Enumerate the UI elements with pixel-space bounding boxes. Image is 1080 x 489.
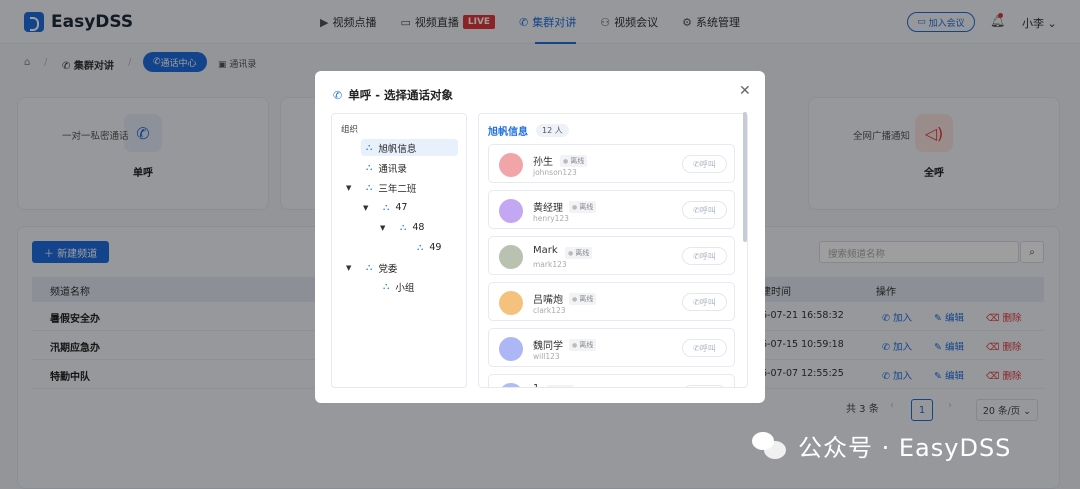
tree-node[interactable]: ▼ ⛬ 48 <box>380 219 424 236</box>
tree-node[interactable]: ⛬ 小组 <box>383 278 414 295</box>
list-header: 旭帆信息 12 人 <box>488 123 569 138</box>
contact-list: 旭帆信息 12 人 孙生 离线 johnson123 ✆ 呼叫 黄经理 离线 he… <box>478 113 748 388</box>
single-call-dialog: ✆ 单呼 - 选择通话对象 ✕ 组织 ⛬ 旭帆信息 ⛬ 通讯录 ▼ ⛬ 三年二班 ▼ ⛬ 47… <box>315 71 765 403</box>
member-count-badge: 12 人 <box>536 124 569 137</box>
contact-name: 魏同学 <box>533 341 563 352</box>
org-icon: ⛬ <box>366 182 373 193</box>
status-badge: 离线 <box>569 293 597 305</box>
phone-icon: ✆ <box>693 205 700 215</box>
org-icon: ⛬ <box>366 262 373 273</box>
tree-node-label: 通讯录 <box>378 163 407 175</box>
call-button[interactable]: ✆ 呼叫 <box>682 155 727 173</box>
contact-name: 黄经理 <box>533 203 563 214</box>
tree-node[interactable]: ▼ ⛬ 三年二班 <box>346 179 416 196</box>
dialog-title: ✆ 单呼 - 选择通话对象 <box>333 87 453 103</box>
contact-account: henry123 <box>533 214 569 223</box>
call-label: 呼叫 <box>699 251 716 261</box>
wechat-icon <box>752 430 788 462</box>
call-label: 呼叫 <box>699 205 716 215</box>
contact-account: johnson123 <box>533 168 577 177</box>
tree-node[interactable]: ▼ ⛬ 党委 <box>346 259 397 276</box>
contact-name: 吕嘴炮 <box>533 295 563 306</box>
phone-icon: ✆ <box>693 297 700 307</box>
call-label: 呼叫 <box>699 343 716 353</box>
avatar <box>499 245 523 269</box>
call-button[interactable]: ✆ 呼叫 <box>682 247 727 265</box>
contact-item[interactable]: Mark 离线 mark123 ✆ 呼叫 <box>488 236 735 275</box>
caret-down-icon[interactable]: ▼ <box>346 184 351 192</box>
phone-icon: ✆ <box>693 159 700 169</box>
caret-down-icon[interactable]: ▼ <box>380 224 385 232</box>
contact-name: Mark <box>533 245 558 256</box>
contact-account: mark123 <box>533 260 567 269</box>
contact-item[interactable]: 1 离线 ✆ 呼叫 <box>488 374 735 387</box>
contact-item[interactable]: 吕嘴炮 离线 clark123 ✆ 呼叫 <box>488 282 735 321</box>
call-button[interactable]: ✆ 呼叫 <box>682 385 727 387</box>
org-tree: 组织 ⛬ 旭帆信息 ⛬ 通讯录 ▼ ⛬ 三年二班 ▼ ⛬ 47 ▼ ⛬ 48 ⛬ 49 ▼ ⛬ 党委 … <box>331 113 467 388</box>
tree-node-label: 49 <box>429 242 442 253</box>
tree-node-label: 党委 <box>378 263 398 275</box>
phone-icon: ✆ <box>333 88 343 102</box>
watermark-text: 公众号 · EasyDSS <box>798 434 1012 462</box>
call-label: 呼叫 <box>699 297 716 307</box>
tree-node[interactable]: ⛬ 旭帆信息 <box>361 139 458 156</box>
contact-account: clark123 <box>533 306 566 315</box>
status-badge: 离线 <box>565 247 593 259</box>
status-badge: 离线 <box>569 339 597 351</box>
avatar <box>499 291 523 315</box>
contact-name: 孙生 <box>533 157 553 168</box>
status-badge: 离线 <box>547 385 575 387</box>
status-badge: 离线 <box>560 155 588 167</box>
org-icon: ⛬ <box>417 242 424 253</box>
phone-icon: ✆ <box>693 251 700 261</box>
tree-node-label: 47 <box>395 202 408 213</box>
caret-down-icon[interactable]: ▼ <box>346 264 351 272</box>
caret-down-icon[interactable]: ▼ <box>363 204 368 212</box>
tree-node-label: 旭帆信息 <box>378 143 417 155</box>
tree-node[interactable]: ⛬ 通讯录 <box>366 159 407 176</box>
dialog-title-text: 单呼 - 选择通话对象 <box>348 88 453 102</box>
call-button[interactable]: ✆ 呼叫 <box>682 293 727 311</box>
tree-node[interactable]: ▼ ⛬ 47 <box>363 199 407 216</box>
call-button[interactable]: ✆ 呼叫 <box>682 339 727 357</box>
list-scrollbar[interactable] <box>743 112 747 242</box>
close-icon[interactable]: ✕ <box>739 83 751 99</box>
tree-header: 组织 <box>341 125 359 135</box>
contact-name: 1 <box>533 383 539 387</box>
contact-item[interactable]: 孙生 离线 johnson123 ✆ 呼叫 <box>488 144 735 183</box>
avatar <box>499 153 523 177</box>
tree-node-label: 48 <box>412 222 425 233</box>
tree-node[interactable]: ⛬ 49 <box>417 239 441 256</box>
avatar <box>499 337 523 361</box>
contact-item[interactable]: 魏同学 离线 will123 ✆ 呼叫 <box>488 328 735 367</box>
org-icon: ⛬ <box>383 281 390 292</box>
watermark: 公众号 · EasyDSS <box>752 428 1011 463</box>
org-icon: ⛬ <box>366 162 373 173</box>
call-button[interactable]: ✆ 呼叫 <box>682 201 727 219</box>
org-icon: ⛬ <box>366 142 373 153</box>
phone-icon: ✆ <box>693 343 700 353</box>
status-badge: 离线 <box>569 201 597 213</box>
org-icon: ⛬ <box>400 222 407 233</box>
call-label: 呼叫 <box>699 159 716 169</box>
avatar <box>499 199 523 223</box>
avatar <box>499 383 523 387</box>
list-title: 旭帆信息 <box>488 127 528 138</box>
org-icon: ⛬ <box>383 202 390 213</box>
tree-node-label: 三年二班 <box>378 183 417 195</box>
contact-item[interactable]: 黄经理 离线 henry123 ✆ 呼叫 <box>488 190 735 229</box>
contact-account: will123 <box>533 352 560 361</box>
tree-node-label: 小组 <box>395 282 415 294</box>
